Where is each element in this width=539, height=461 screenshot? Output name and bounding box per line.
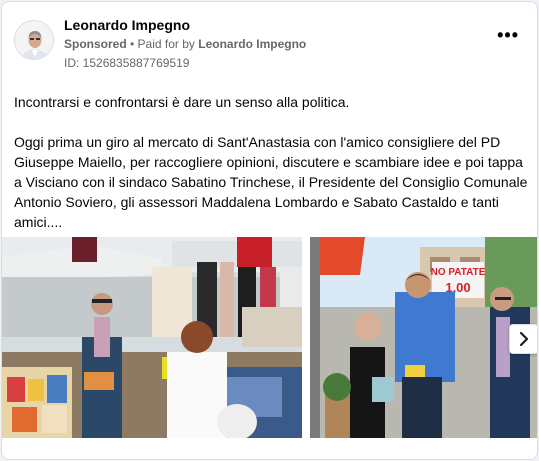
sponsored-label: Sponsored bbox=[64, 37, 127, 51]
carousel-image-street[interactable]: NO PATATE 1,00 bbox=[310, 237, 537, 438]
carousel-image-market[interactable] bbox=[2, 237, 302, 438]
chevron-right-icon bbox=[519, 332, 529, 346]
body-paragraph: Incontrarsi e confrontarsi è dare un sen… bbox=[14, 94, 350, 110]
ad-body-text: Incontrarsi e confrontarsi è dare un sen… bbox=[14, 92, 529, 232]
payer-name[interactable]: Leonardo Impegno bbox=[198, 37, 306, 51]
sign-text-1: NO PATATE bbox=[431, 267, 486, 278]
advertiser-name[interactable]: Leonardo Impegno bbox=[64, 17, 190, 33]
body-paragraph: Oggi prima un giro al mercato di Sant'An… bbox=[14, 134, 528, 230]
ad-id: ID: 1526835887769519 bbox=[64, 56, 190, 70]
more-options-icon[interactable]: ••• bbox=[497, 26, 519, 44]
carousel-next-button[interactable] bbox=[509, 324, 537, 354]
paid-for-prefix: • Paid for by bbox=[130, 37, 195, 51]
avatar[interactable] bbox=[14, 20, 54, 60]
sponsored-line: Sponsored • Paid for by Leonardo Impegno bbox=[64, 37, 306, 51]
ad-card: Leonardo Impegno Sponsored • Paid for by… bbox=[1, 1, 538, 460]
